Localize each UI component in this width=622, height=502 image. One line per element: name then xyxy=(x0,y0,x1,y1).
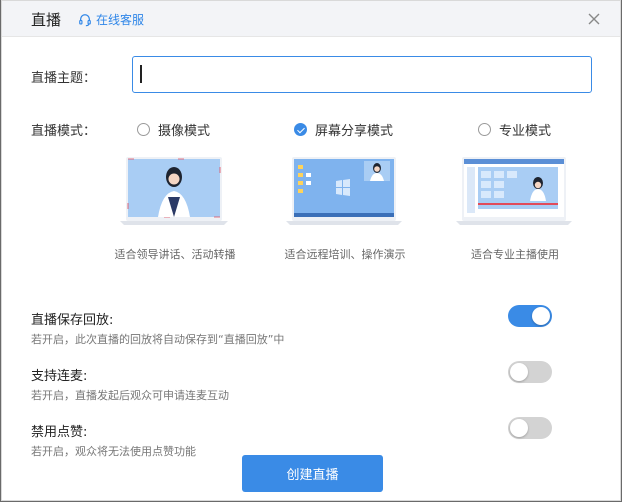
headset-icon xyxy=(79,13,91,26)
save-replay-toggle[interactable] xyxy=(508,305,552,327)
mode-option-screen-share[interactable]: 屏幕分享模式 xyxy=(294,120,393,139)
online-support-label: 在线客服 xyxy=(96,13,145,27)
camera-mode-desc: 适合领导讲话、活动转播 xyxy=(114,248,236,261)
co-host-desc: 若开启，直播发起后观众可申请连麦互动 xyxy=(31,389,229,402)
close-icon[interactable] xyxy=(586,11,602,27)
co-host-toggle[interactable] xyxy=(508,361,552,383)
pro-mode-desc: 适合专业主播使用 xyxy=(471,248,559,261)
save-replay-desc: 若开启，此次直播的回放将自动保存到“直播回放”中 xyxy=(31,333,285,346)
radio-pro[interactable] xyxy=(478,123,491,136)
online-support-link[interactable]: 在线客服 xyxy=(78,11,144,28)
radio-camera[interactable] xyxy=(137,123,150,136)
create-live-button[interactable]: 创建直播 xyxy=(242,455,383,492)
toggle-knob xyxy=(510,363,528,381)
text-caret xyxy=(140,65,142,83)
mode-option-pro[interactable]: 专业模式 xyxy=(478,120,551,139)
toggle-knob xyxy=(510,419,528,437)
disable-likes-desc: 若开启，观众将无法使用点赞功能 xyxy=(31,445,196,458)
radio-screen-share[interactable] xyxy=(294,123,307,136)
mode-option-camera[interactable]: 摄像模式 xyxy=(137,120,210,139)
screen-share-desc: 适合远程培训、操作演示 xyxy=(284,248,406,261)
camera-mode-illustration xyxy=(120,157,228,225)
save-replay-title: 直播保存回放: xyxy=(31,313,114,328)
mode-screen-share-label: 屏幕分享模式 xyxy=(315,124,394,139)
toggle-knob xyxy=(532,307,550,325)
pro-mode-illustration xyxy=(456,157,572,225)
dialog-header: 直播 在线客服 xyxy=(2,1,620,37)
screen-share-illustration xyxy=(286,157,402,225)
mode-label: 直播模式： xyxy=(31,124,97,139)
dialog-title: 直播 xyxy=(31,11,62,29)
disable-likes-toggle[interactable] xyxy=(508,417,552,439)
mode-pro-label: 专业模式 xyxy=(499,124,552,139)
topic-label: 直播主题： xyxy=(31,71,97,86)
create-live-dialog: 直播 在线客服 直播主题： 直播模式： 摄像模式 屏幕分享模式 专业模式 适合领… xyxy=(1,0,621,501)
mode-camera-label: 摄像模式 xyxy=(158,124,211,139)
co-host-title: 支持连麦: xyxy=(31,369,88,384)
disable-likes-title: 禁用点赞: xyxy=(31,425,88,440)
topic-input[interactable] xyxy=(132,56,592,93)
